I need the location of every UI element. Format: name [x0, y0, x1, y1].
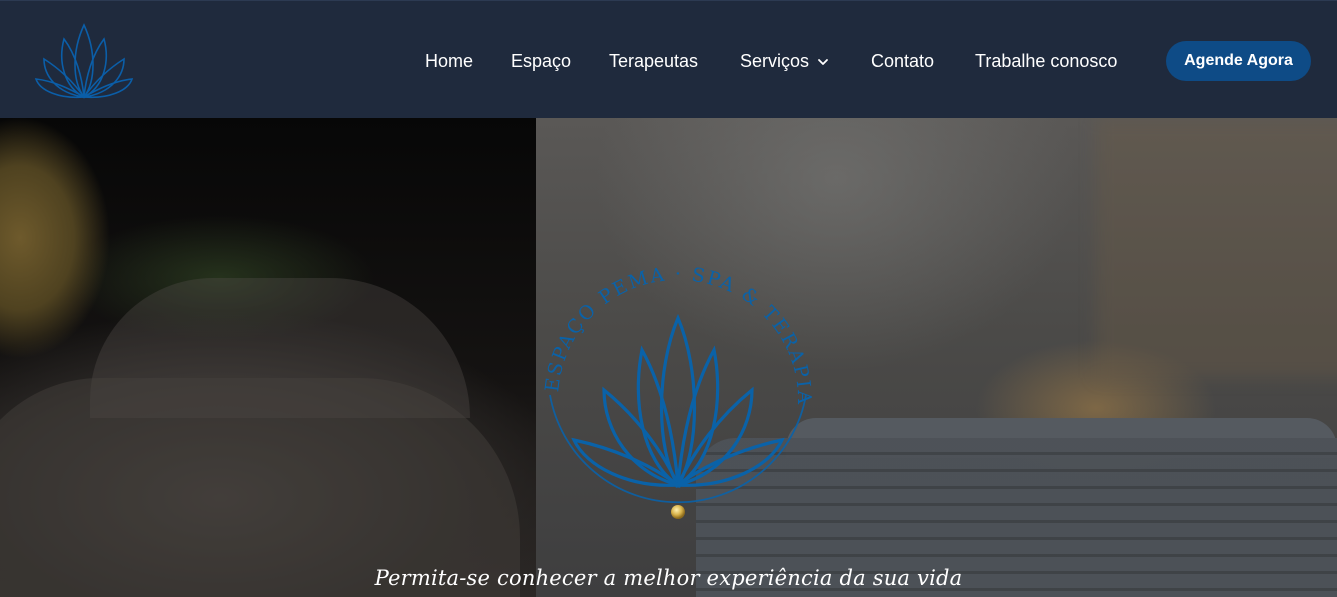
nav-espaco[interactable]: Espaço [511, 41, 571, 81]
emblem-arc-text: ESPAÇO PEMA · SPA & TERAPIA [541, 263, 815, 406]
nav-trabalhe-conosco[interactable]: Trabalhe conosco [975, 41, 1117, 81]
towel-shape [0, 378, 520, 597]
site-header: Home Espaço Terapeutas Serviços Contato … [0, 0, 1337, 118]
spa-emblem-logo: ESPAÇO PEMA · SPA & TERAPIA [541, 263, 815, 519]
nav-servicos-label: Serviços [740, 51, 810, 71]
nav-servicos[interactable]: Serviços [740, 41, 829, 81]
hero-image-left [0, 118, 536, 597]
nav-contato[interactable]: Contato [871, 41, 934, 81]
chevron-down-icon [818, 59, 828, 66]
gold-dot-icon [671, 505, 685, 519]
background-blur [1096, 118, 1337, 378]
hero-tagline: Permita-se conhecer a melhor experiência… [374, 566, 963, 590]
nav-home[interactable]: Home [425, 41, 473, 81]
main-navigation: Home Espaço Terapeutas Serviços Contato … [0, 41, 1337, 81]
nav-terapeutas[interactable]: Terapeutas [609, 41, 698, 81]
agende-agora-button[interactable]: Agende Agora [1166, 41, 1311, 81]
